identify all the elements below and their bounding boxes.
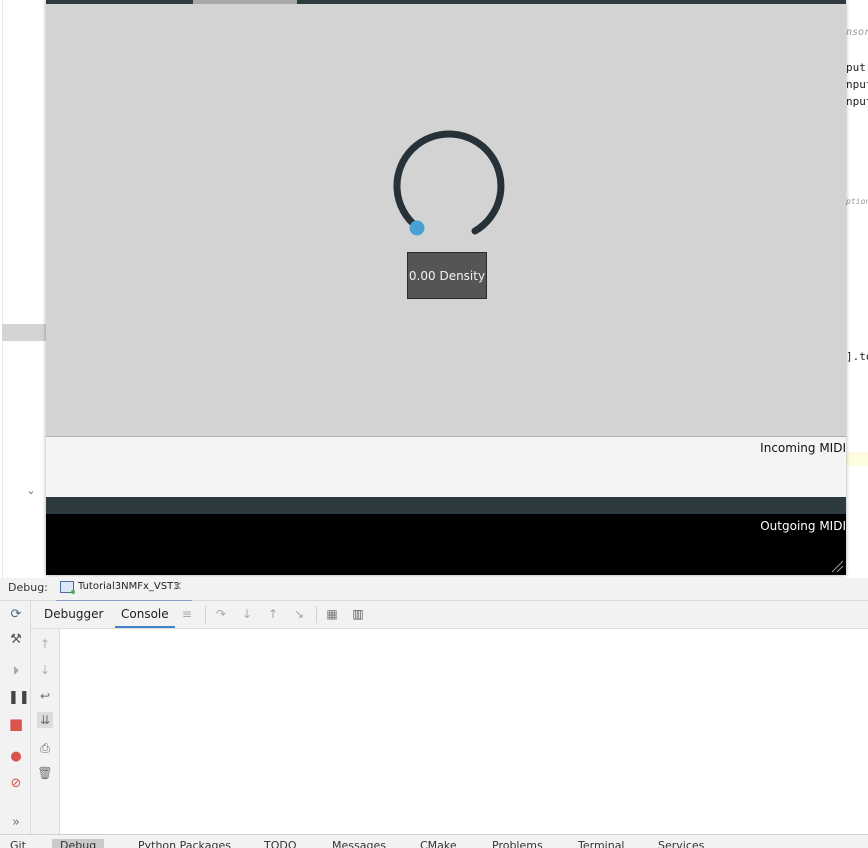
step-into-icon[interactable]: ↓ — [240, 607, 254, 621]
close-icon[interactable]: × — [172, 579, 183, 594]
tab-debugger[interactable]: Debugger — [39, 601, 108, 628]
incoming-midi-label: Incoming MIDI — [760, 441, 846, 455]
evaluate-expression-icon[interactable]: ▦ — [325, 607, 339, 621]
gutter-current-line — [2, 324, 47, 341]
density-value-label[interactable]: 0.00 Density — [407, 252, 487, 299]
outgoing-midi-panel: Outgoing MIDI — [46, 514, 846, 575]
console-output[interactable] — [60, 629, 868, 834]
console-toolbar: ↑ ↓ ↩ ⇊ ⎙ 🗑 — [31, 629, 60, 834]
soft-wrap-icon[interactable]: ↩ — [37, 688, 53, 704]
step-over-icon[interactable]: ↷ — [214, 607, 228, 621]
code-fragment: nsor — [846, 27, 868, 38]
code-fragment: ptions — [846, 197, 868, 206]
code-text-visible-edge: nsor put. nput nput ptions ].to — [846, 0, 868, 578]
step-out-icon[interactable]: ↑ — [266, 607, 280, 621]
resume-icon[interactable]: ⏵ — [8, 664, 24, 680]
debug-window-header: Debug: Tutorial3NMFx_VST3 × — [0, 578, 868, 602]
toolbar-divider — [316, 606, 317, 623]
code-fragment: nput — [846, 95, 868, 108]
chevron-down-icon[interactable]: ⌄ — [24, 484, 38, 498]
debug-title: Debug: — [8, 581, 48, 594]
code-fragment: put. — [846, 61, 868, 74]
more-icon[interactable]: » — [8, 815, 24, 831]
debug-left-toolbar: ⟳ ⚒ ⏵ ❚❚ ■ ● ⊘ » — [0, 601, 31, 834]
debug-subtab-bar: Debugger Console ≡ ↷ ↓ ↑ ↘ ▦ ▥ — [31, 601, 868, 629]
knob-track-arc — [393, 130, 505, 235]
debug-session-label: Tutorial3NMFx_VST3 — [78, 581, 180, 592]
knob-thumb[interactable] — [409, 220, 425, 236]
plugin-separator — [46, 497, 846, 514]
toolbar-divider — [205, 606, 206, 623]
tab-console[interactable]: Console — [115, 601, 175, 628]
run-to-cursor-icon[interactable]: ↘ — [292, 607, 306, 621]
debug-session-tab[interactable]: Tutorial3NMFx_VST3 × — [56, 578, 192, 602]
code-fragment: nput — [846, 78, 868, 91]
gutter-divider — [2, 0, 3, 578]
scroll-to-end-icon[interactable]: ⇊ — [37, 712, 53, 728]
resize-grip-icon[interactable] — [830, 559, 844, 573]
stop-icon[interactable]: ■ — [8, 716, 24, 732]
plugin-window: 0.00 Density Incoming MIDI Outgoing MIDI — [46, 0, 846, 575]
code-fragment: ].to — [846, 350, 868, 363]
arrow-up-icon[interactable]: ↑ — [37, 636, 53, 652]
menu-icon[interactable]: ≡ — [180, 607, 194, 621]
arrow-down-icon[interactable]: ↓ — [37, 662, 53, 678]
density-text: 0.00 Density — [408, 268, 486, 283]
settings-wrench-icon[interactable]: ⚒ — [8, 632, 24, 648]
incoming-midi-panel: Incoming MIDI — [46, 437, 846, 497]
outgoing-midi-label: Outgoing MIDI — [760, 519, 846, 533]
layout-icon[interactable]: ▥ — [351, 607, 365, 621]
density-knob[interactable] — [386, 130, 506, 250]
knob-panel — [46, 4, 846, 437]
print-icon[interactable]: ⎙ — [37, 740, 53, 756]
view-breakpoints-icon[interactable]: ● — [8, 749, 24, 765]
trash-icon[interactable]: 🗑 — [37, 765, 53, 781]
rerun-icon[interactable]: ⟳ — [8, 607, 24, 623]
running-indicator-icon — [71, 590, 75, 594]
pause-icon[interactable]: ❚❚ — [8, 690, 30, 706]
tool-window-bar: Git Debug Python Packages TODO Messages … — [0, 834, 868, 848]
mute-breakpoints-icon[interactable]: ⊘ — [8, 776, 24, 792]
